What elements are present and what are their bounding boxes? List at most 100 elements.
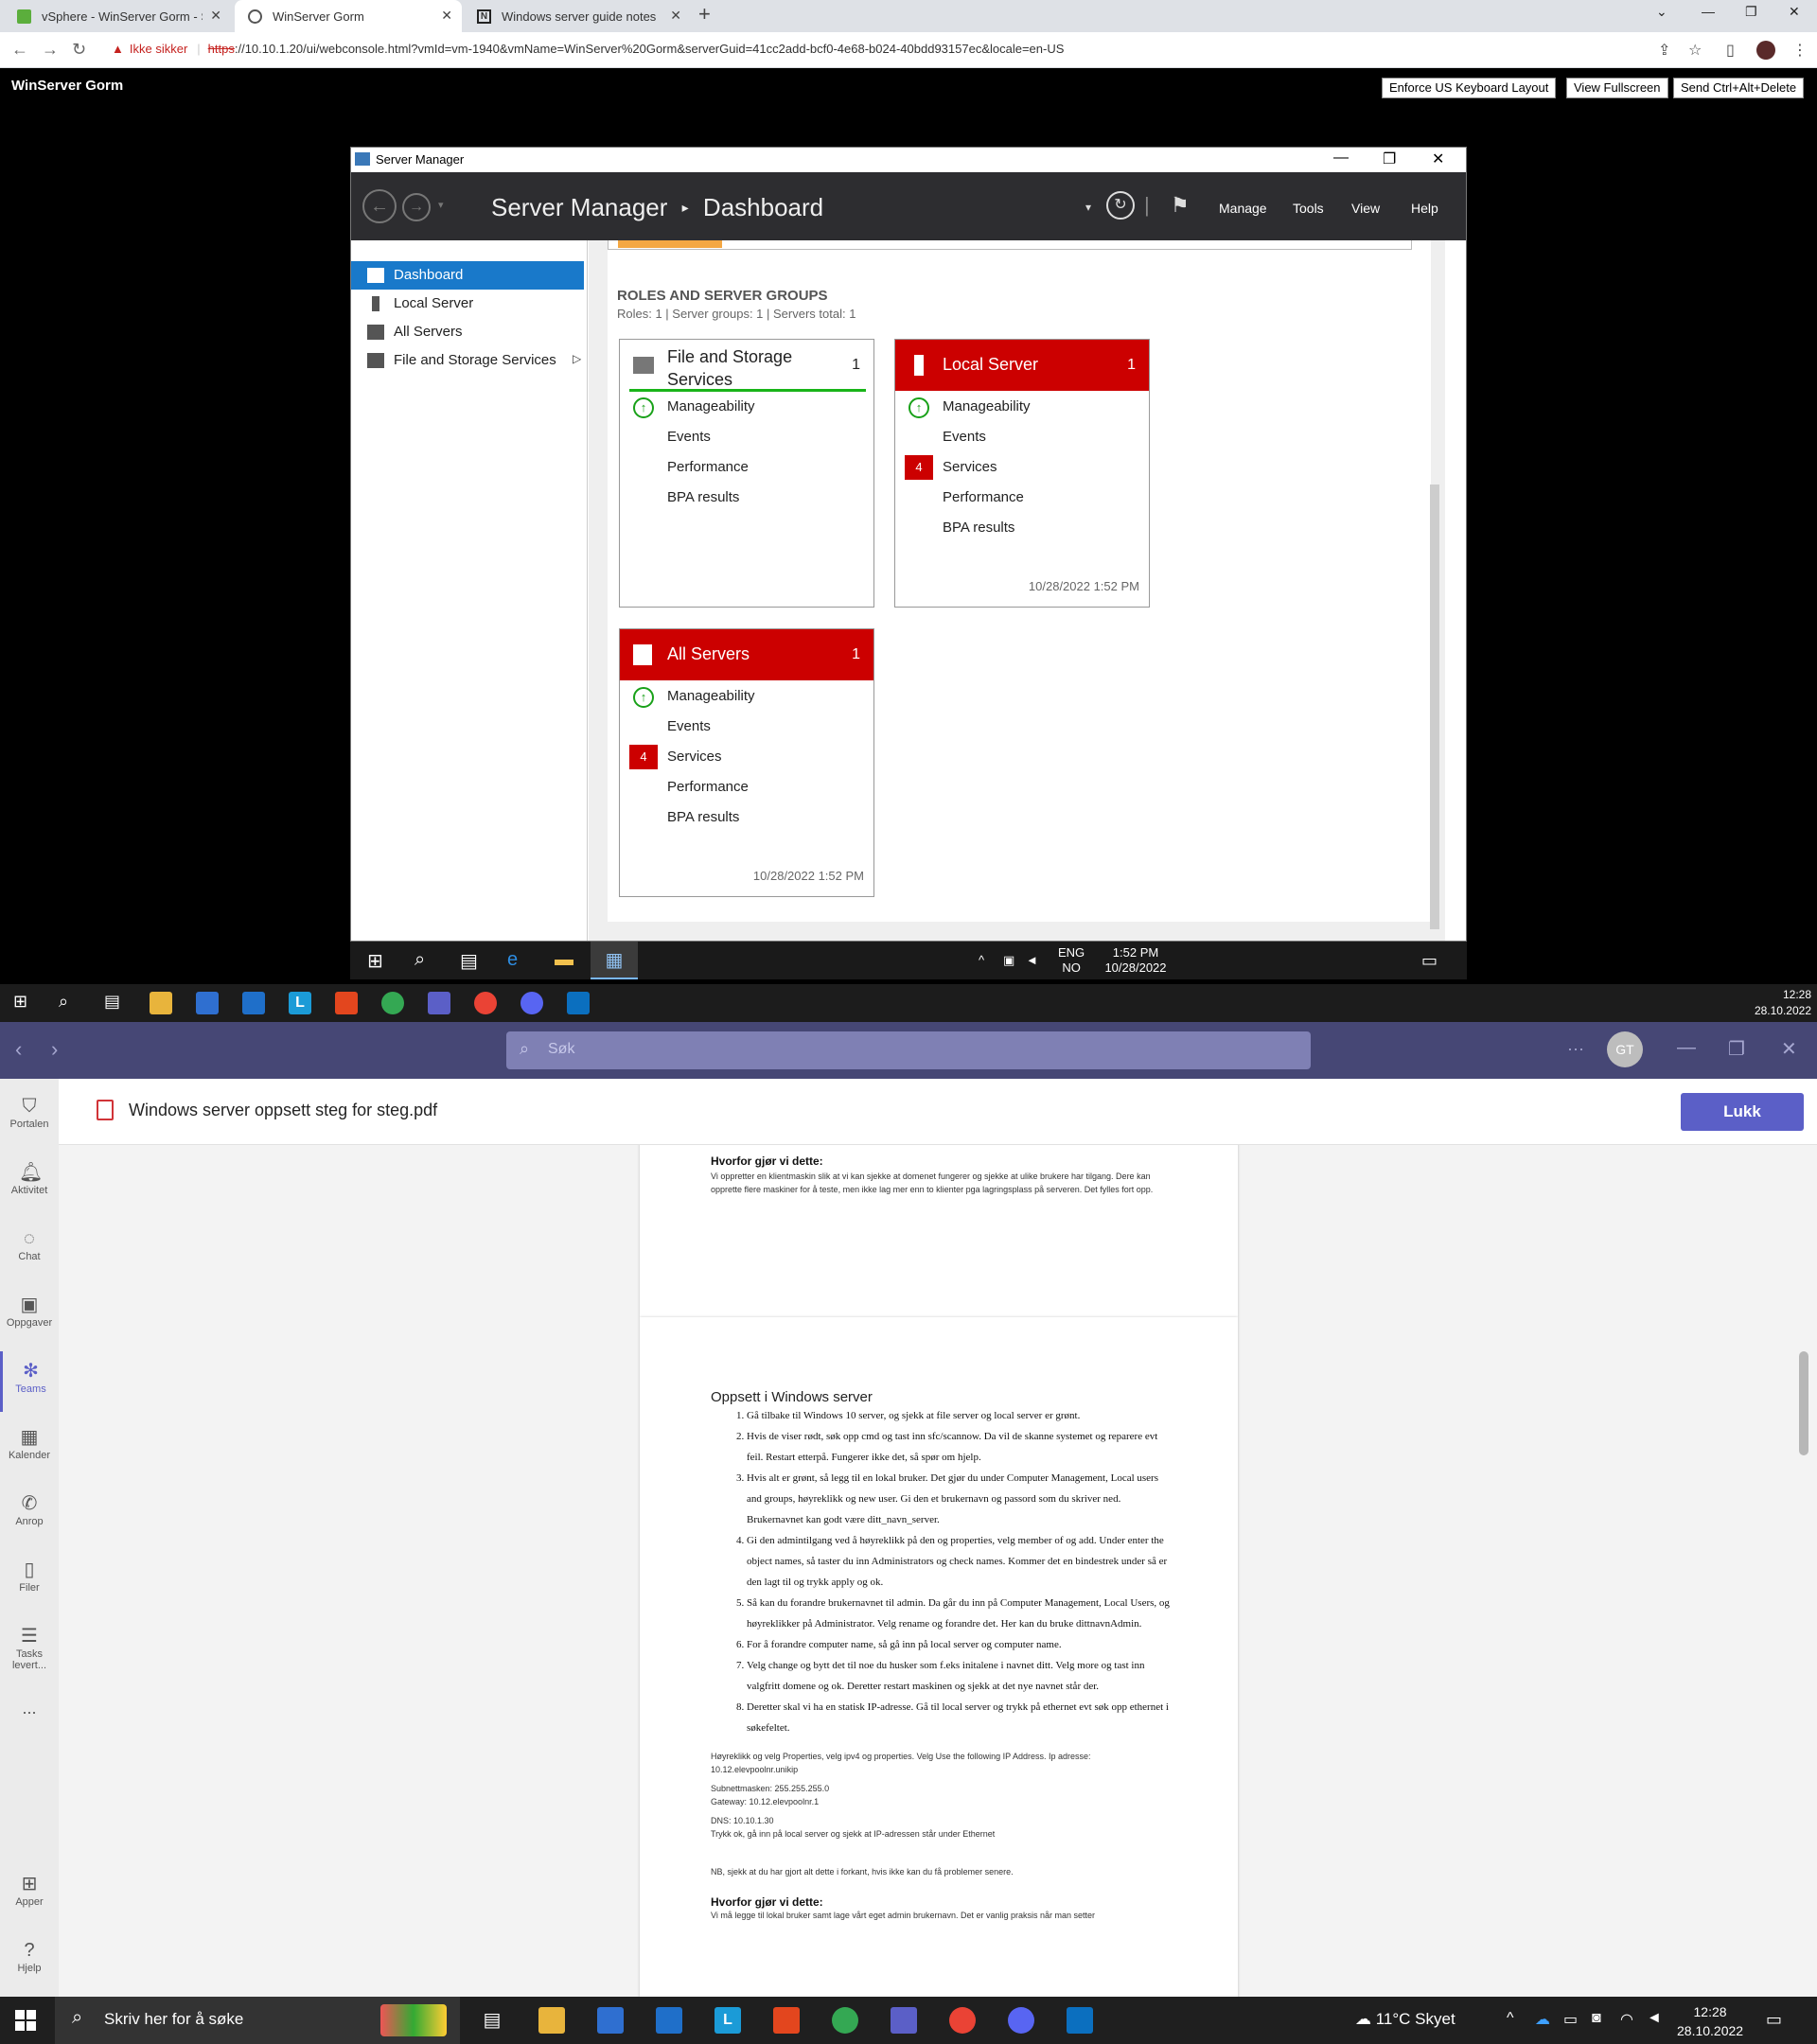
- photos-icon[interactable]: [567, 992, 590, 1014]
- menu-tools[interactable]: Tools: [1293, 201, 1324, 216]
- onedrive-icon[interactable]: ☁: [1535, 2010, 1550, 2029]
- star-icon[interactable]: ☆: [1688, 41, 1702, 60]
- tray-chevron-icon[interactable]: ^: [1507, 2010, 1514, 2027]
- menu-help[interactable]: Help: [1411, 201, 1438, 216]
- mail-icon[interactable]: [242, 992, 265, 1014]
- photos-icon[interactable]: [1067, 2007, 1093, 2034]
- rail-hjelp[interactable]: ? Hjelp: [0, 1930, 59, 1991]
- search-input[interactable]: ⌕ Søk: [506, 1031, 1311, 1069]
- maximize-button[interactable]: ❐: [1745, 4, 1757, 20]
- close-icon[interactable]: ✕: [441, 8, 452, 24]
- tile-header[interactable]: Local Server 1: [895, 340, 1149, 391]
- internet-explorer-icon[interactable]: e: [507, 949, 518, 971]
- chrome-profile-icon[interactable]: [949, 2007, 976, 2034]
- tile-row-bpa[interactable]: BPA results: [620, 802, 873, 832]
- rail-filer[interactable]: ▯ Filer: [0, 1550, 59, 1611]
- menu-manage[interactable]: Manage: [1219, 201, 1267, 216]
- share-icon[interactable]: ⇪: [1658, 41, 1670, 60]
- chevron-down-icon[interactable]: ⌄: [1656, 4, 1667, 20]
- l-app-icon[interactable]: L: [714, 2007, 741, 2034]
- tile-row-services[interactable]: 4 Services: [895, 451, 1149, 482]
- pdf-scrollbar[interactable]: [1796, 1153, 1809, 1989]
- minimize-button[interactable]: —: [1333, 150, 1349, 167]
- tab-winserver[interactable]: WinServer Gorm ✕: [235, 0, 462, 32]
- close-window-button[interactable]: ✕: [1781, 1037, 1797, 1061]
- tile-row-bpa[interactable]: BPA results: [895, 512, 1149, 542]
- new-tab-button[interactable]: +: [698, 2, 711, 26]
- tile-row-bpa[interactable]: BPA results: [620, 482, 873, 512]
- kebab-menu-icon[interactable]: ⋮: [1792, 41, 1808, 60]
- mail-icon[interactable]: [656, 2007, 682, 2034]
- rail-portalen[interactable]: ⛉ Portalen: [0, 1086, 59, 1147]
- forward-icon[interactable]: ›: [51, 1037, 58, 1062]
- scrollbar-thumb[interactable]: [1799, 1351, 1808, 1455]
- minimize-button[interactable]: —: [1702, 4, 1715, 19]
- close-window-button[interactable]: ✕: [1789, 4, 1800, 20]
- tile-row-manageability[interactable]: ↑ Manageability: [620, 391, 873, 421]
- profile-avatar[interactable]: [1756, 41, 1775, 60]
- tile-all-servers[interactable]: All Servers 1 ↑ Manageability Events 4 Ser…: [619, 628, 874, 897]
- more-options-icon[interactable]: ···: [1567, 1039, 1584, 1059]
- teams-icon[interactable]: [428, 992, 450, 1014]
- rail-tasks[interactable]: ☰ Tasks levert...: [0, 1616, 59, 1677]
- task-view-icon[interactable]: ▤: [104, 992, 127, 1014]
- tile-local-server[interactable]: Local Server 1 ↑ Manageability Events 4 Se…: [894, 339, 1150, 608]
- maximize-button[interactable]: ❐: [1728, 1037, 1745, 1061]
- back-arrow-icon[interactable]: ←: [362, 189, 397, 223]
- file-explorer-icon[interactable]: [538, 2007, 565, 2034]
- nav-all-servers[interactable]: All Servers: [351, 318, 584, 346]
- reload-button[interactable]: ↻: [72, 40, 86, 60]
- back-icon[interactable]: ‹: [15, 1037, 22, 1062]
- volume-icon[interactable]: ◄: [1026, 953, 1038, 967]
- forward-arrow-icon[interactable]: →: [402, 193, 431, 221]
- teams-icon[interactable]: [891, 2007, 917, 2034]
- search-icon[interactable]: ⌕: [415, 949, 425, 971]
- tab-notion[interactable]: N Windows server guide notes ✕: [464, 0, 691, 32]
- close-file-button[interactable]: Lukk: [1681, 1093, 1804, 1131]
- file-explorer-icon[interactable]: [150, 992, 172, 1014]
- tile-row-services[interactable]: 4 Services: [620, 741, 873, 771]
- close-icon[interactable]: ✕: [210, 8, 221, 24]
- rail-oppgaver[interactable]: ▣ Oppgaver: [0, 1285, 59, 1346]
- close-icon[interactable]: ✕: [670, 8, 681, 24]
- store-icon[interactable]: [597, 2007, 624, 2034]
- tile-file-storage[interactable]: File and Storage Services 1 ↑ Manageabili…: [619, 339, 874, 608]
- minimize-button[interactable]: —: [1677, 1037, 1696, 1059]
- scrollbar-thumb[interactable]: [1430, 485, 1439, 929]
- tile-header[interactable]: All Servers 1: [620, 629, 873, 680]
- office-icon[interactable]: [773, 2007, 800, 2034]
- volume-muted-icon[interactable]: ◄: [1647, 2010, 1662, 2027]
- taskbar-clock[interactable]: 12:28 28.10.2022: [1677, 2002, 1743, 2040]
- nav-local-server[interactable]: Local Server: [351, 290, 584, 318]
- pdf-viewer[interactable]: Hvorfor gjør vi dette: Vi oppretter en k…: [59, 1145, 1817, 1997]
- url-field[interactable]: ▲ Ikke sikker | https ://10.10.1.20/ui/w…: [112, 42, 1064, 56]
- enforce-keyboard-button[interactable]: Enforce US Keyboard Layout: [1382, 78, 1557, 98]
- nav-dashboard[interactable]: Dashboard: [351, 261, 584, 290]
- rail-kalender[interactable]: ▦ Kalender: [0, 1418, 59, 1478]
- battery-icon[interactable]: ▭: [1563, 2010, 1578, 2029]
- l-app-icon[interactable]: L: [289, 992, 311, 1014]
- discord-icon[interactable]: [520, 992, 543, 1014]
- send-ctrl-alt-delete-button[interactable]: Send Ctrl+Alt+Delete: [1673, 78, 1805, 98]
- office-icon[interactable]: [335, 992, 358, 1014]
- notifications-icon[interactable]: ▭: [1421, 951, 1438, 971]
- tile-header[interactable]: File and Storage Services 1: [620, 340, 873, 391]
- task-view-icon[interactable]: ▤: [460, 949, 478, 973]
- task-view-icon[interactable]: ▤: [479, 2007, 505, 2034]
- chevron-right-icon[interactable]: ▷: [573, 352, 581, 365]
- language-indicator[interactable]: ENG NO: [1058, 945, 1085, 976]
- chrome-profile-icon[interactable]: [474, 992, 497, 1014]
- notifications-icon[interactable]: ▭: [1766, 2010, 1782, 2030]
- rail-anrop[interactable]: ✆ Anrop: [0, 1484, 59, 1544]
- sidebar-icon[interactable]: ▯: [1726, 41, 1735, 60]
- rail-aktivitet[interactable]: 🔔︎ Aktivitet: [0, 1153, 59, 1213]
- nav-file-storage[interactable]: File and Storage Services ▷: [351, 346, 584, 375]
- server-manager-taskbar-icon[interactable]: ▦: [591, 942, 638, 979]
- windows-start-icon[interactable]: ⊞: [367, 949, 383, 973]
- file-explorer-icon[interactable]: ▬: [555, 949, 573, 971]
- vm-clock[interactable]: 1:52 PM 10/28/2022: [1098, 945, 1173, 976]
- close-button[interactable]: ✕: [1432, 150, 1444, 168]
- forward-button[interactable]: →: [42, 40, 59, 60]
- discord-icon[interactable]: [1008, 2007, 1034, 2034]
- chrome-icon[interactable]: [381, 992, 404, 1014]
